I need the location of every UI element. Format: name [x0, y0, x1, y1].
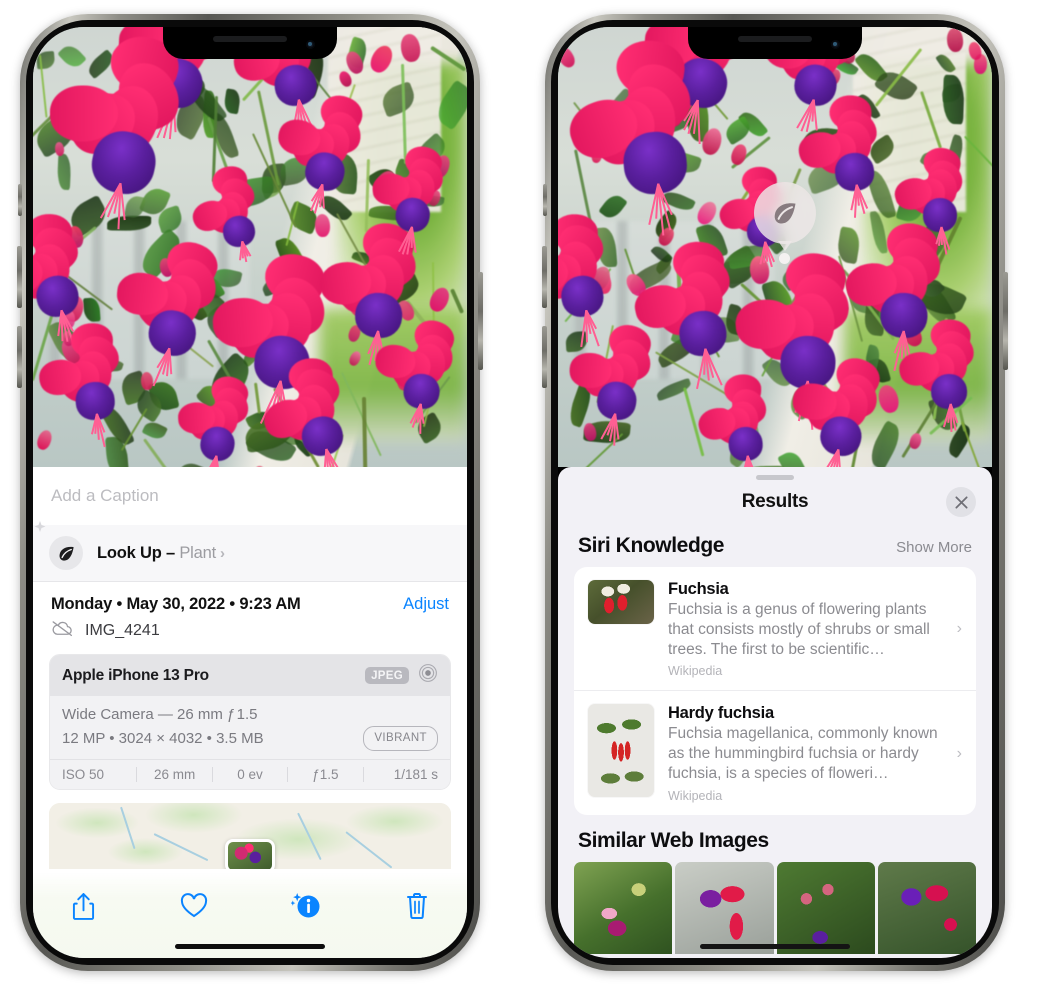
notch [163, 27, 337, 59]
web-image-thumbnail[interactable] [776, 861, 875, 954]
look-up-label: Look Up – Plant › [97, 544, 225, 563]
delete-button[interactable] [397, 886, 437, 926]
result-thumbnail [588, 580, 654, 624]
look-up-row[interactable]: Look Up – Plant › [33, 521, 467, 582]
result-title: Hardy fuchsia [668, 704, 774, 723]
exif-exposure: 0 ev [237, 767, 263, 783]
photo-thumbnail-pin[interactable] [225, 839, 275, 870]
look-up-prefix: Look Up – [97, 543, 180, 562]
similar-web-images-header: Similar Web Images [558, 815, 992, 860]
exif-iso: ISO 50 [62, 767, 105, 783]
front-camera-icon [831, 40, 840, 49]
result-source: Wikipedia [668, 788, 723, 803]
siri-knowledge-card: Fuchsia Fuchsia is a genus of flowering … [574, 567, 976, 815]
list-item[interactable]: Fuchsia Fuchsia is a genus of flowering … [574, 567, 976, 690]
chevron-right-icon: › [956, 620, 962, 638]
caption-input[interactable]: Add a Caption [51, 486, 159, 506]
screenshot-stage: Add a Caption Look Up – Plant › Monday •… [0, 0, 1055, 985]
volume-down-button[interactable] [542, 326, 547, 388]
list-item[interactable]: Hardy fuchsia Fuchsia magellanica, commo… [574, 690, 976, 814]
badge-dot [779, 253, 790, 264]
sparkles-icon [33, 519, 49, 550]
siri-knowledge-header: Siri Knowledge Show More [558, 524, 992, 567]
leaf-icon [49, 536, 83, 570]
results-header: Results [558, 480, 992, 524]
info-button[interactable] [286, 886, 326, 926]
location-map-preview[interactable] [49, 803, 451, 870]
earpiece-speaker [213, 36, 287, 42]
results-sheet: Results Siri Knowledge Show More Fuchsia… [558, 467, 992, 958]
photo-datetime: Monday • May 30, 2022 • 9:23 AM [51, 595, 301, 613]
chevron-right-icon: › [219, 544, 225, 562]
left-screen: Add a Caption Look Up – Plant › Monday •… [33, 27, 467, 958]
web-image-thumbnail[interactable] [675, 861, 774, 954]
icloud-slash-icon [51, 620, 74, 642]
mute-switch[interactable] [18, 184, 22, 216]
exif-card[interactable]: Apple iPhone 13 Pro JPEG Wide Camera — 2… [49, 654, 451, 791]
section-title-similar-web-images: Similar Web Images [578, 828, 769, 852]
caption-row[interactable]: Add a Caption [33, 467, 467, 525]
similar-web-images-strip [558, 860, 992, 954]
photographic-style-badge: VIBRANT [363, 726, 438, 752]
right-phone: Results Siri Knowledge Show More Fuchsia… [542, 14, 1008, 971]
front-camera-icon [306, 40, 315, 49]
filename-row: IMG_4241 [33, 618, 467, 654]
show-more-button[interactable]: Show More [896, 539, 972, 556]
photo-info-panel: Add a Caption Look Up – Plant › Monday •… [33, 467, 467, 958]
result-description: Fuchsia magellanica, commonly known as t… [668, 725, 938, 783]
close-button[interactable] [946, 487, 976, 517]
web-image-thumbnail[interactable] [574, 861, 673, 954]
aperture-icon [418, 663, 438, 688]
volume-up-button[interactable] [17, 246, 22, 308]
section-title-siri-knowledge: Siri Knowledge [578, 534, 725, 557]
photo-image[interactable] [558, 27, 992, 467]
earpiece-speaker [738, 36, 812, 42]
camera-device-name: Apple iPhone 13 Pro [62, 666, 209, 684]
chevron-right-icon: › [956, 744, 962, 762]
visual-lookup-badge[interactable] [754, 182, 816, 244]
lens-info: Wide Camera — 26 mm ƒ 1.5 [62, 706, 258, 723]
exif-focal: 26 mm [153, 767, 196, 783]
favorite-button[interactable] [174, 886, 214, 926]
right-screen: Results Siri Knowledge Show More Fuchsia… [558, 27, 992, 958]
mute-switch[interactable] [543, 184, 547, 216]
photo-filename: IMG_4241 [85, 622, 160, 639]
volume-up-button[interactable] [542, 246, 547, 308]
left-phone: Add a Caption Look Up – Plant › Monday •… [17, 14, 483, 971]
look-up-subject: Plant [179, 543, 216, 562]
resolution-info: 12 MP • 3024 × 4032 • 3.5 MB [62, 730, 264, 748]
power-button[interactable] [1003, 272, 1008, 370]
bottom-toolbar [33, 872, 467, 958]
exif-settings-row: ISO 50 26 mm 0 ev ƒ1.5 1/181 s [50, 759, 450, 790]
home-indicator[interactable] [700, 944, 850, 949]
exif-body: Wide Camera — 26 mm ƒ 1.5 12 MP • 3024 ×… [50, 696, 450, 759]
exif-header: Apple iPhone 13 Pro JPEG [50, 655, 450, 696]
exif-aperture: ƒ1.5 [312, 767, 339, 783]
result-thumbnail [588, 704, 654, 798]
notch [688, 27, 862, 59]
power-button[interactable] [478, 272, 483, 370]
exif-shutter: 1/181 s [393, 767, 439, 783]
badge-pointer [778, 241, 792, 251]
photo-image[interactable] [33, 27, 467, 467]
adjust-button[interactable]: Adjust [403, 595, 449, 614]
results-title: Results [741, 491, 809, 512]
result-title: Fuchsia [668, 580, 729, 598]
format-badge: JPEG [365, 667, 409, 684]
home-indicator[interactable] [175, 944, 325, 949]
web-image-thumbnail[interactable] [877, 861, 976, 954]
volume-down-button[interactable] [17, 326, 22, 388]
datetime-row: Monday • May 30, 2022 • 9:23 AM Adjust [33, 582, 467, 618]
result-source: Wikipedia [668, 664, 723, 679]
share-button[interactable] [63, 886, 103, 926]
result-description: Fuchsia is a genus of flowering plants t… [668, 601, 930, 658]
